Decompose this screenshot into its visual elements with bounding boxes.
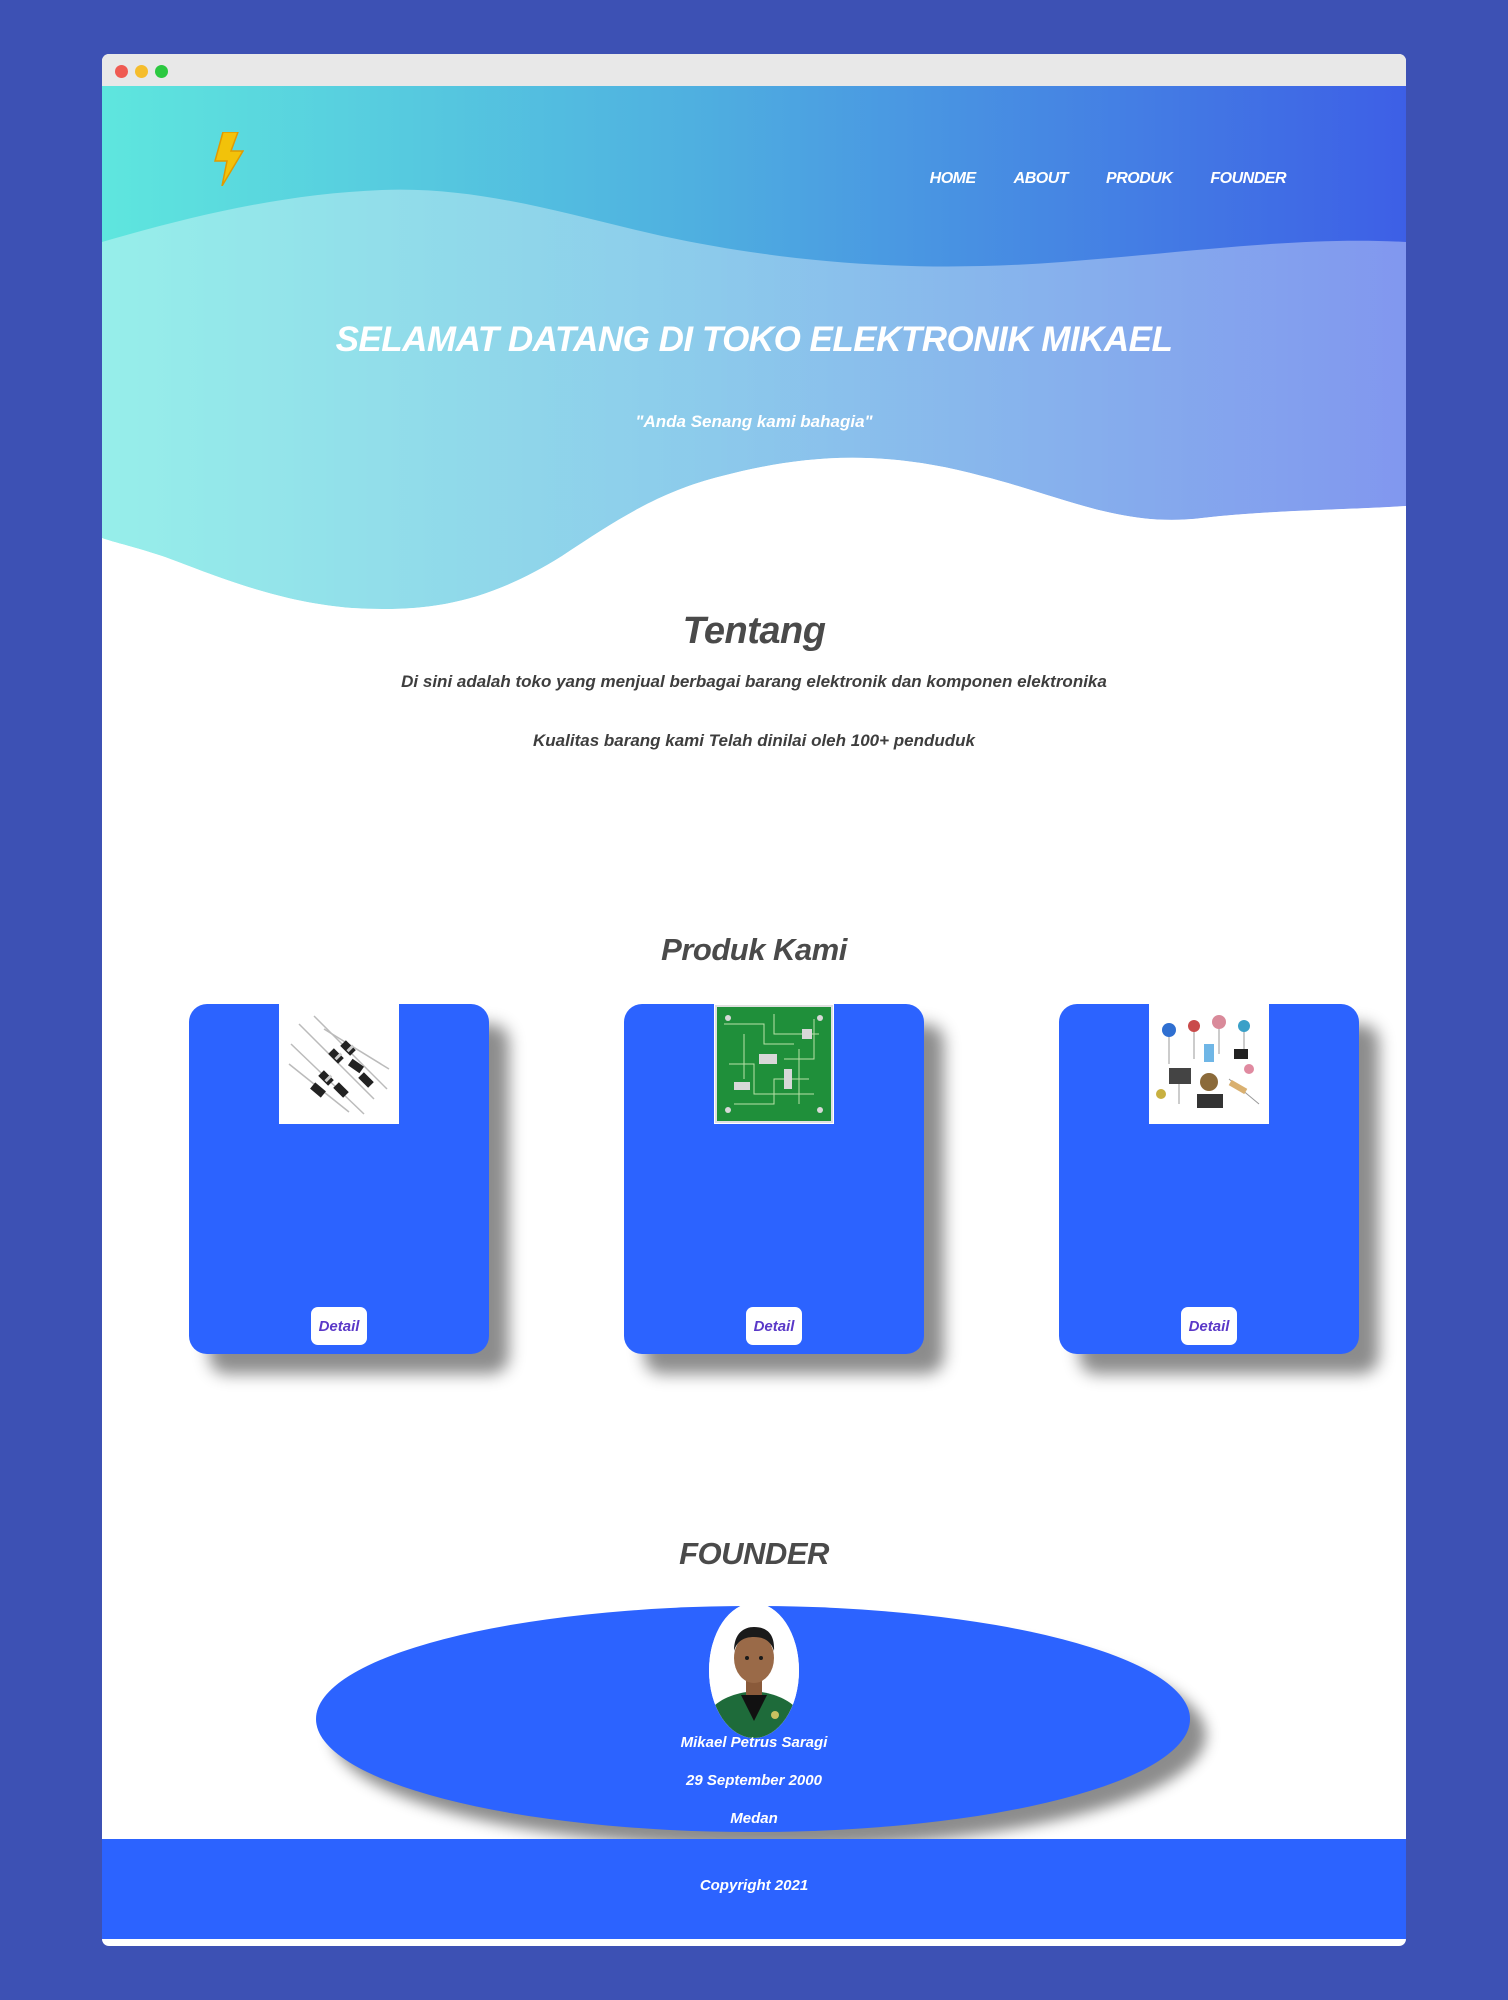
detail-button[interactable]: Detail (311, 1307, 367, 1345)
founder-city: Medan (730, 1810, 778, 1827)
nav-home-link[interactable]: HOME (930, 170, 977, 188)
main-navigation: HOME ABOUT PRODUK FOUNDER (930, 170, 1287, 188)
about-title: Tentang (682, 610, 826, 652)
browser-window: HOME ABOUT PRODUK FOUNDER SELAMAT DATANG… (102, 54, 1406, 1946)
product-image-diodes (279, 1004, 399, 1124)
founder-birthdate: 29 September 2000 (686, 1772, 822, 1789)
product-image-pcb (714, 1004, 834, 1124)
hero-tagline: "Anda Senang kami bahagia" (635, 412, 873, 431)
founder-name: Mikael Petrus Saragi (680, 1734, 828, 1751)
product-image-components (1149, 1004, 1269, 1124)
product-card: Detail (624, 1004, 924, 1354)
hero-title: SELAMAT DATANG DI TOKO ELEKTRONIK MIKAEL (335, 320, 1173, 359)
detail-button[interactable]: Detail (746, 1307, 802, 1345)
hero-section: HOME ABOUT PRODUK FOUNDER SELAMAT DATANG… (102, 86, 1406, 622)
product-card: Detail (189, 1004, 489, 1354)
minimize-window-button[interactable] (135, 65, 148, 78)
about-quality-note: Kualitas barang kami Telah dinilai oleh … (533, 731, 975, 750)
detail-button[interactable]: Detail (1181, 1307, 1237, 1345)
footer-copyright: Copyright 2021 (699, 1877, 809, 1894)
nav-about-link[interactable]: ABOUT (1014, 170, 1069, 188)
about-description: Di sini adalah toko yang menjual berbaga… (401, 672, 1107, 691)
lightning-logo-icon[interactable] (214, 132, 244, 186)
founder-photo (709, 1603, 799, 1738)
close-window-button[interactable] (115, 65, 128, 78)
nav-produk-link[interactable]: PRODUK (1106, 170, 1173, 188)
founder-title: FOUNDER (679, 1536, 829, 1571)
maximize-window-button[interactable] (155, 65, 168, 78)
nav-founder-link[interactable]: FOUNDER (1210, 170, 1286, 188)
browser-title-bar (102, 54, 1406, 86)
product-card: Detail (1059, 1004, 1359, 1354)
site-footer: Copyright 2021 (102, 1839, 1406, 1939)
products-title: Produk Kami (661, 932, 847, 967)
